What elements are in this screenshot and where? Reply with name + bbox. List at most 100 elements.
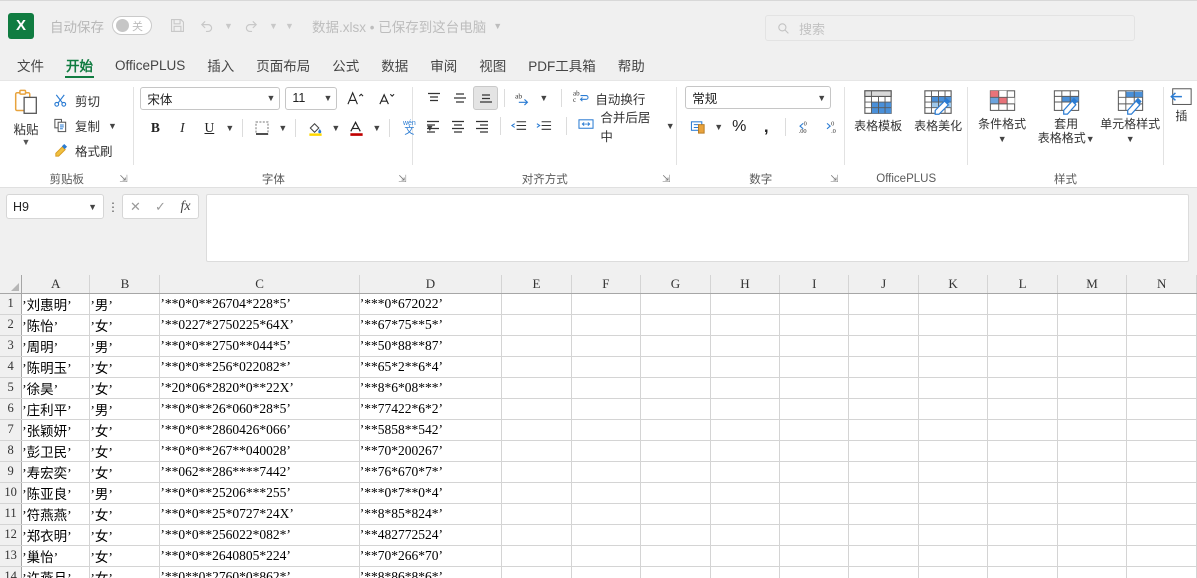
cell-C12[interactable]: ’**0*0**256022*082*’ [159, 524, 360, 546]
currency-icon[interactable] [685, 115, 711, 139]
tab-view[interactable]: 视图 [468, 50, 517, 80]
number-format-chevron-icon[interactable]: ▼ [817, 93, 826, 103]
bold-button[interactable]: B [142, 116, 168, 140]
merge-center-dropdown-icon[interactable]: ▼ [664, 114, 676, 138]
cell-D2[interactable]: ’**67*75**5*’ [359, 314, 503, 336]
cell-K1[interactable] [918, 293, 989, 315]
cell-L12[interactable] [987, 524, 1058, 546]
row-header-1[interactable]: 1 [0, 293, 23, 315]
cell-B3[interactable]: ’男’ [89, 335, 161, 357]
table-row[interactable]: 9 ’寿宏奕’ ’女’ ’**062**286****7442’ ’**76*670*7… [0, 461, 1197, 483]
cell-E13[interactable] [501, 545, 572, 567]
cell-C13[interactable]: ’**0*0**2640805*224’ [159, 545, 360, 567]
cell-M11[interactable] [1057, 503, 1128, 525]
cell-I8[interactable] [779, 440, 850, 462]
cell-C5[interactable]: ’*20*06*2820*0**22X’ [159, 377, 360, 399]
italic-button[interactable]: I [169, 116, 195, 140]
table-row[interactable]: 3 ’周明’ ’男’ ’**0*0**2750**044*5’ ’**50*88**87… [0, 335, 1197, 357]
cell-E6[interactable] [501, 398, 572, 420]
table-row[interactable]: 1 ’刘惠明’ ’男’ ’**0*0**26704*228*5’ ’***0*67202… [0, 293, 1197, 315]
cell-N14[interactable] [1126, 566, 1197, 578]
cell-F14[interactable] [571, 566, 642, 578]
cell-D3[interactable]: ’**50*88**87’ [359, 335, 503, 357]
cell-A9[interactable]: ’寿宏奕’ [21, 461, 91, 483]
column-header-d[interactable]: D [359, 275, 503, 294]
row-header-11[interactable]: 11 [0, 503, 23, 525]
cell-E10[interactable] [501, 482, 572, 504]
cell-B1[interactable]: ’男’ [89, 293, 161, 315]
copy-dropdown-icon[interactable]: ▼ [106, 114, 119, 138]
cell-M9[interactable] [1057, 461, 1128, 483]
table-row[interactable]: 10 ’陈亚良’ ’男’ ’**0*0**25206***255’ ’***0*7**0… [0, 482, 1197, 504]
cell-A11[interactable]: ’符燕燕’ [21, 503, 91, 525]
tab-data[interactable]: 数据 [370, 50, 419, 80]
cell-A4[interactable]: ’陈明玉’ [21, 356, 91, 378]
cell-D11[interactable]: ’**8*85*824*’ [359, 503, 503, 525]
cell-K10[interactable] [918, 482, 989, 504]
cell-G4[interactable] [640, 356, 711, 378]
cell-I1[interactable] [779, 293, 850, 315]
fill-color-dropdown-icon[interactable]: ▼ [329, 116, 342, 140]
cell-N5[interactable] [1126, 377, 1197, 399]
cell-G6[interactable] [640, 398, 711, 420]
cell-L8[interactable] [987, 440, 1058, 462]
cell-C11[interactable]: ’**0*0**25*0727*24X’ [159, 503, 360, 525]
table-template-button[interactable]: 表格模板 [849, 86, 907, 133]
cell-H5[interactable] [710, 377, 781, 399]
cell-I10[interactable] [779, 482, 850, 504]
save-icon[interactable] [164, 13, 190, 39]
cell-H14[interactable] [710, 566, 781, 578]
cell-G3[interactable] [640, 335, 711, 357]
cell-C1[interactable]: ’**0*0**26704*228*5’ [159, 293, 360, 315]
cell-A14[interactable]: ’许燕旦’ [21, 566, 91, 578]
cell-J12[interactable] [848, 524, 919, 546]
cell-M14[interactable] [1057, 566, 1128, 578]
cell-K12[interactable] [918, 524, 989, 546]
cell-D6[interactable]: ’**77422*6*2’ [359, 398, 503, 420]
cell-N7[interactable] [1126, 419, 1197, 441]
merge-center-button[interactable]: 合并后居中 ▼ [578, 111, 676, 144]
cell-J9[interactable] [848, 461, 919, 483]
cell-I3[interactable] [779, 335, 850, 357]
cell-H3[interactable] [710, 335, 781, 357]
cell-F11[interactable] [571, 503, 642, 525]
align-top-icon[interactable] [421, 86, 446, 110]
cell-C2[interactable]: ’**0227*2750225*64X’ [159, 314, 360, 336]
row-header-7[interactable]: 7 [0, 419, 23, 441]
cell-J2[interactable] [848, 314, 919, 336]
column-header-g[interactable]: G [640, 275, 711, 294]
cell-A12[interactable]: ’郑衣明’ [21, 524, 91, 546]
cell-C7[interactable]: ’**0*0**2860426*066’ [159, 419, 360, 441]
cell-J3[interactable] [848, 335, 919, 357]
font-color-dropdown-icon[interactable]: ▼ [370, 116, 383, 140]
decrease-decimal-icon[interactable]: 0 .0 [819, 115, 845, 139]
cell-M3[interactable] [1057, 335, 1128, 357]
cell-L1[interactable] [987, 293, 1058, 315]
customize-qat-icon[interactable]: ▼ [283, 13, 296, 39]
cell-H9[interactable] [710, 461, 781, 483]
cell-I9[interactable] [779, 461, 850, 483]
table-row[interactable]: 8 ’彭卫民’ ’女’ ’**0*0**267**040028’ ’**70*20026… [0, 440, 1197, 462]
cell-F9[interactable] [571, 461, 642, 483]
cell-G10[interactable] [640, 482, 711, 504]
cell-A1[interactable]: ’刘惠明’ [21, 293, 91, 315]
cell-B2[interactable]: ’女’ [89, 314, 161, 336]
cell-E8[interactable] [501, 440, 572, 462]
cell-E14[interactable] [501, 566, 572, 578]
cell-C8[interactable]: ’**0*0**267**040028’ [159, 440, 360, 462]
cell-I13[interactable] [779, 545, 850, 567]
tab-help[interactable]: 帮助 [607, 50, 656, 80]
cell-E12[interactable] [501, 524, 572, 546]
cell-E4[interactable] [501, 356, 572, 378]
currency-dropdown-icon[interactable]: ▼ [712, 115, 725, 139]
decrease-font-size-icon[interactable] [373, 86, 399, 110]
font-family-combo[interactable]: 宋体 ▼ [140, 86, 281, 110]
table-row[interactable]: 5 ’徐昊’ ’女’ ’*20*06*2820*0**22X’ ’**8*6*08***… [0, 377, 1197, 399]
table-row[interactable]: 11 ’符燕燕’ ’女’ ’**0*0**25*0727*24X’ ’**8*85*82… [0, 503, 1197, 525]
font-size-combo[interactable]: 11 ▼ [285, 86, 338, 110]
redo-icon[interactable] [238, 13, 264, 39]
redo-dropdown-icon[interactable]: ▼ [267, 13, 280, 39]
cell-C9[interactable]: ’**062**286****7442’ [159, 461, 360, 483]
cell-D10[interactable]: ’***0*7**0*4’ [359, 482, 503, 504]
cell-F4[interactable] [571, 356, 642, 378]
